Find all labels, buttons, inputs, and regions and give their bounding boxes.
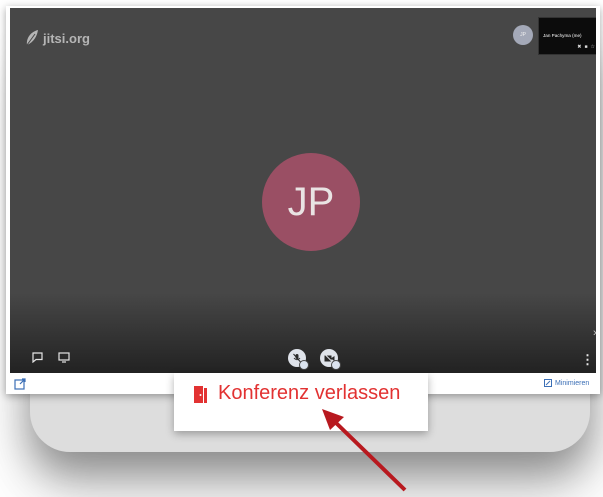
annotation-arrow bbox=[322, 409, 407, 492]
